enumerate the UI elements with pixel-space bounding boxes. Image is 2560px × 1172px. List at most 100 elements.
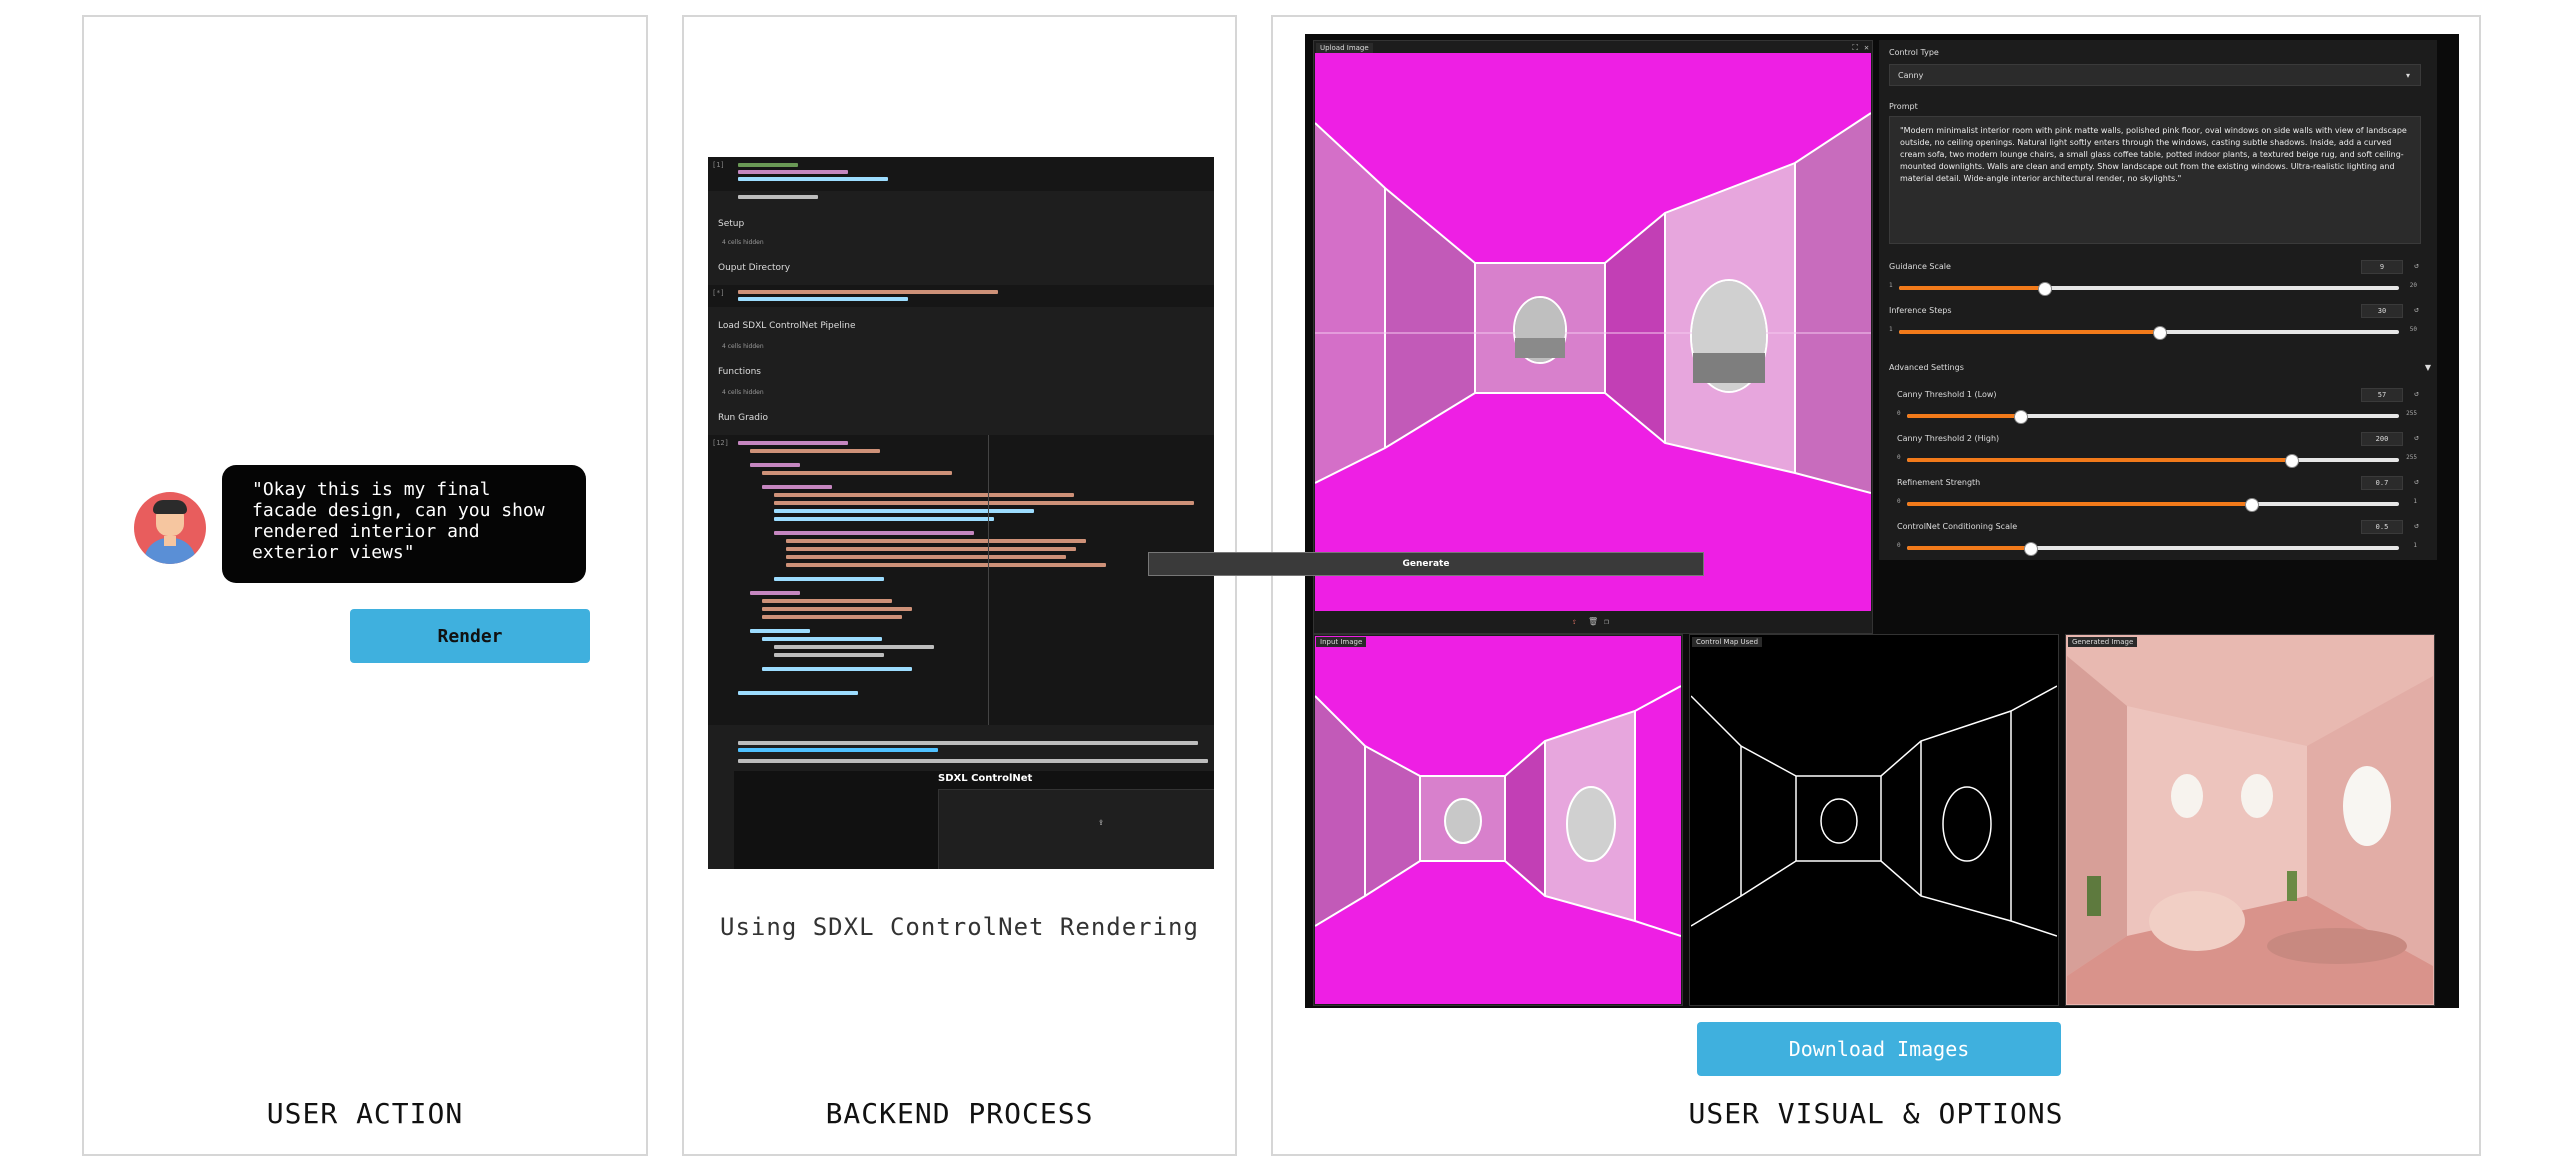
advanced-settings-label: Advanced Settings (1889, 363, 1964, 372)
code-cell-gradio: [12] (708, 435, 1214, 725)
controls-column: Control Type Canny ▾ Prompt "Modern mini… (1879, 40, 2437, 560)
gradio-app: Upload Image ⛶ ✕ ⇪ 🗑 ❐ Control Type Cann… (1305, 34, 2459, 1008)
room-wireframe-image (1315, 53, 1871, 611)
section-output-directory[interactable]: Ouput Directory (718, 263, 790, 273)
reset-icon[interactable]: ↺ (2414, 305, 2419, 314)
section-load-pipeline[interactable]: Load SDXL ControlNet Pipeline (718, 321, 856, 331)
triangle-down-icon: ▼ (2424, 363, 2431, 372)
fullscreen-icon[interactable]: ⛶ (1852, 43, 1858, 53)
prompt-label: Prompt (1889, 102, 1918, 111)
code-cell: [*] (708, 285, 1214, 307)
section-run-gradio[interactable]: Run Gradio (718, 413, 768, 423)
slider-fill (1907, 546, 2030, 550)
refinement-strength-slider[interactable]: Refinement Strength 0.7 ↺ 0 1 (1897, 476, 2421, 518)
inference-steps-slider[interactable]: Inference Steps 30 ↺ 1 50 (1889, 304, 2421, 346)
generated-image-label: Generated Image (2068, 637, 2138, 647)
slider-track[interactable] (1907, 542, 2399, 556)
slider-thumb[interactable] (2284, 454, 2299, 468)
slider-thumb[interactable] (2014, 410, 2029, 424)
slider-value-input[interactable]: 30 (2361, 304, 2403, 318)
input-image-label: Input Image (1316, 637, 1367, 647)
slider-min: 0 (1897, 498, 1901, 505)
user-visual-panel: Upload Image ⛶ ✕ ⇪ 🗑 ❐ Control Type Cann… (1271, 15, 2481, 1156)
slider-fill (1899, 286, 2044, 290)
download-images-button[interactable]: Download Images (1697, 1022, 2061, 1076)
slider-value-input[interactable]: 9 (2361, 260, 2403, 274)
hidden-cells-note: 4 cells hidden (722, 343, 764, 350)
slider-value-input[interactable]: 57 (2361, 388, 2403, 402)
slider-value-input[interactable]: 0.5 (2361, 520, 2403, 534)
section-functions[interactable]: Functions (718, 367, 761, 377)
render-button[interactable]: Render (350, 609, 590, 663)
code-cell: [1] (708, 157, 1214, 191)
reset-icon[interactable]: ↺ (2414, 477, 2419, 486)
close-icon[interactable]: ✕ (1864, 43, 1869, 52)
upload-image-preview (1315, 53, 1871, 611)
slider-track[interactable] (1907, 410, 2399, 424)
slider-value-input[interactable]: 200 (2361, 432, 2403, 446)
generated-image-output: Generated Image (2065, 634, 2435, 1006)
reset-icon[interactable]: ↺ (2414, 389, 2419, 398)
control-type-label: Control Type (1889, 48, 1939, 57)
guidance-scale-slider[interactable]: Guidance Scale 9 ↺ 1 20 (1889, 260, 2421, 302)
slider-fill (1907, 414, 2021, 418)
reset-icon[interactable]: ↺ (2414, 261, 2419, 270)
upload-image-box[interactable]: Upload Image ⛶ ✕ ⇪ 🗑 ❐ (1313, 40, 1873, 634)
upload-icon[interactable]: ⇪ (1572, 617, 1577, 626)
slider-value-input[interactable]: 0.7 (2361, 476, 2403, 490)
slider-max: 1 (2413, 498, 2417, 505)
gradio-app-title: SDXL ControlNet (938, 773, 1033, 784)
reset-icon[interactable]: ↺ (2414, 521, 2419, 530)
slider-thumb[interactable] (2153, 326, 2167, 340)
conditioning-scale-slider[interactable]: ControlNet Conditioning Scale 0.5 ↺ 0 1 (1897, 520, 2421, 562)
control-type-dropdown[interactable]: Canny ▾ (1889, 64, 2421, 86)
hidden-cells-note: 4 cells hidden (722, 239, 764, 246)
slider-thumb[interactable] (2024, 542, 2038, 556)
user-action-caption: USER ACTION (266, 1097, 464, 1130)
user-avatar (134, 492, 206, 564)
backend-caption: BACKEND PROCESS (825, 1097, 1094, 1130)
reset-icon[interactable]: ↺ (2414, 433, 2419, 442)
edge-map-image (1691, 636, 2057, 1004)
clipboard-icon[interactable]: ❐ (1604, 617, 1609, 626)
generate-button[interactable]: Generate (1148, 552, 1704, 576)
gradio-output: ⇪ (708, 737, 1214, 869)
slider-track[interactable] (1907, 454, 2399, 468)
trash-icon[interactable]: 🗑 (1588, 617, 1598, 626)
slider-fill (1907, 458, 2291, 462)
slider-label: Canny Threshold 1 (Low) (1897, 390, 1997, 399)
canny-high-slider[interactable]: Canny Threshold 2 (High) 200 ↺ 0 255 (1897, 432, 2421, 474)
slider-max: 20 (2409, 282, 2417, 289)
slider-track[interactable] (1907, 498, 2399, 512)
slider-thumb[interactable] (2038, 282, 2052, 296)
slider-fill (1899, 330, 2159, 334)
backend-subtitle: Using SDXL ControlNet Rendering (720, 913, 1199, 941)
slider-label: Refinement Strength (1897, 478, 1981, 487)
slider-label: Canny Threshold 2 (High) (1897, 434, 2000, 443)
slider-min: 0 (1897, 542, 1901, 549)
control-type-value: Canny (1898, 71, 1924, 80)
slider-thumb[interactable] (2245, 498, 2260, 512)
section-setup[interactable]: Setup (718, 219, 744, 229)
control-map-output: Control Map Used (1689, 634, 2059, 1006)
advanced-settings-toggle[interactable]: Advanced Settings ▼ (1889, 358, 2437, 378)
input-room-image (1315, 636, 1681, 1004)
slider-max: 50 (2409, 326, 2417, 333)
input-image-output: Input Image (1313, 634, 1683, 1006)
slider-track[interactable] (1899, 282, 2399, 296)
input-image-preview (1315, 636, 1681, 1004)
slider-min: 1 (1889, 326, 1893, 333)
prompt-textarea[interactable]: "Modern minimalist interior room with pi… (1889, 116, 2421, 244)
slider-label: Inference Steps (1889, 306, 1952, 315)
slider-fill (1907, 502, 2252, 506)
slider-max: 255 (2406, 454, 2417, 461)
user-visual-caption: USER VISUAL & OPTIONS (1688, 1097, 2064, 1130)
upload-image-label: Upload Image (1316, 43, 1373, 53)
canny-low-slider[interactable]: Canny Threshold 1 (Low) 57 ↺ 0 255 (1897, 388, 2421, 430)
notebook-screenshot: [1] Setup 4 cells hidden Ouput Directory… (708, 157, 1214, 869)
slider-label: ControlNet Conditioning Scale (1897, 522, 2018, 531)
slider-max: 255 (2406, 410, 2417, 417)
hidden-cells-note: 4 cells hidden (722, 389, 764, 396)
control-map-label: Control Map Used (1692, 637, 1763, 647)
slider-track[interactable] (1899, 326, 2399, 340)
